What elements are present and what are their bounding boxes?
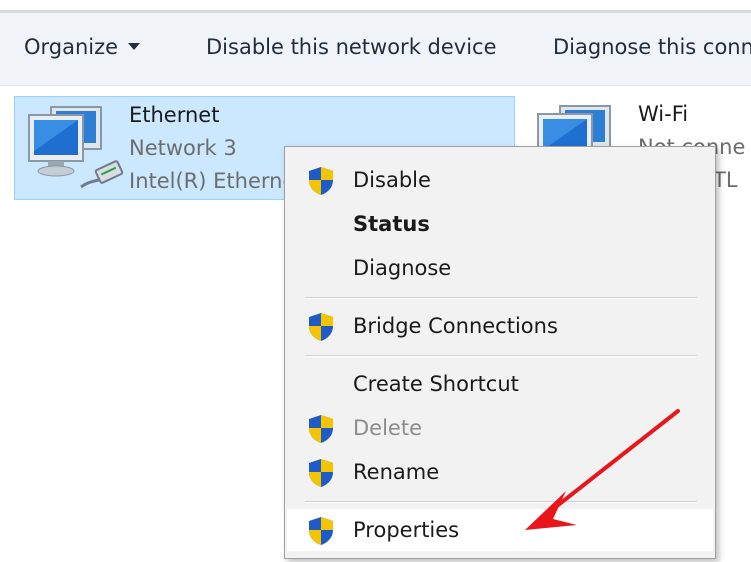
menu-item-label: Status <box>353 212 430 236</box>
menu-item-diagnose[interactable]: Diagnose <box>287 247 713 289</box>
menu-item-properties[interactable]: Properties <box>287 509 713 551</box>
uac-shield-icon <box>309 167 333 195</box>
menu-item-label: Disable <box>353 168 431 192</box>
menu-item-rename[interactable]: Rename <box>287 451 713 493</box>
organize-button[interactable]: Organize <box>24 35 141 59</box>
disable-device-button[interactable]: Disable this network device <box>206 35 497 59</box>
menu-item-status[interactable]: Status <box>287 203 713 245</box>
menu-item-label: Delete <box>353 416 422 440</box>
caret-down-icon <box>128 42 141 50</box>
menu-item-bridge-connections[interactable]: Bridge Connections <box>287 305 713 347</box>
menu-separator <box>305 501 697 503</box>
menu-item-label: Bridge Connections <box>353 314 558 338</box>
menu-item-create-shortcut[interactable]: Create Shortcut <box>287 363 713 405</box>
uac-shield-icon <box>309 459 333 487</box>
adapter-name: Wi-Fi <box>638 102 689 126</box>
uac-shield-icon <box>309 415 333 443</box>
ethernet-adapter-icon <box>28 106 124 189</box>
organize-label: Organize <box>24 35 119 59</box>
menu-separator <box>305 355 697 357</box>
window-top-border <box>0 0 751 13</box>
uac-shield-icon <box>309 313 333 341</box>
menu-item-label: Properties <box>353 518 460 542</box>
menu-item-label: Rename <box>353 460 440 484</box>
diagnose-connection-button[interactable]: Diagnose this conn <box>553 35 751 59</box>
menu-separator <box>305 297 697 299</box>
menu-item-label: Create Shortcut <box>353 372 519 396</box>
uac-shield-icon <box>309 517 333 545</box>
menu-item-label: Diagnose <box>353 256 452 280</box>
command-bar: Organize Disable this network device Dia… <box>0 13 751 86</box>
menu-item-disable[interactable]: Disable <box>287 159 713 201</box>
context-menu: Disable Status Diagnose Bridge Connectio… <box>284 146 716 559</box>
menu-item-delete: Delete <box>287 407 713 449</box>
adapter-name: Ethernet <box>129 103 220 127</box>
